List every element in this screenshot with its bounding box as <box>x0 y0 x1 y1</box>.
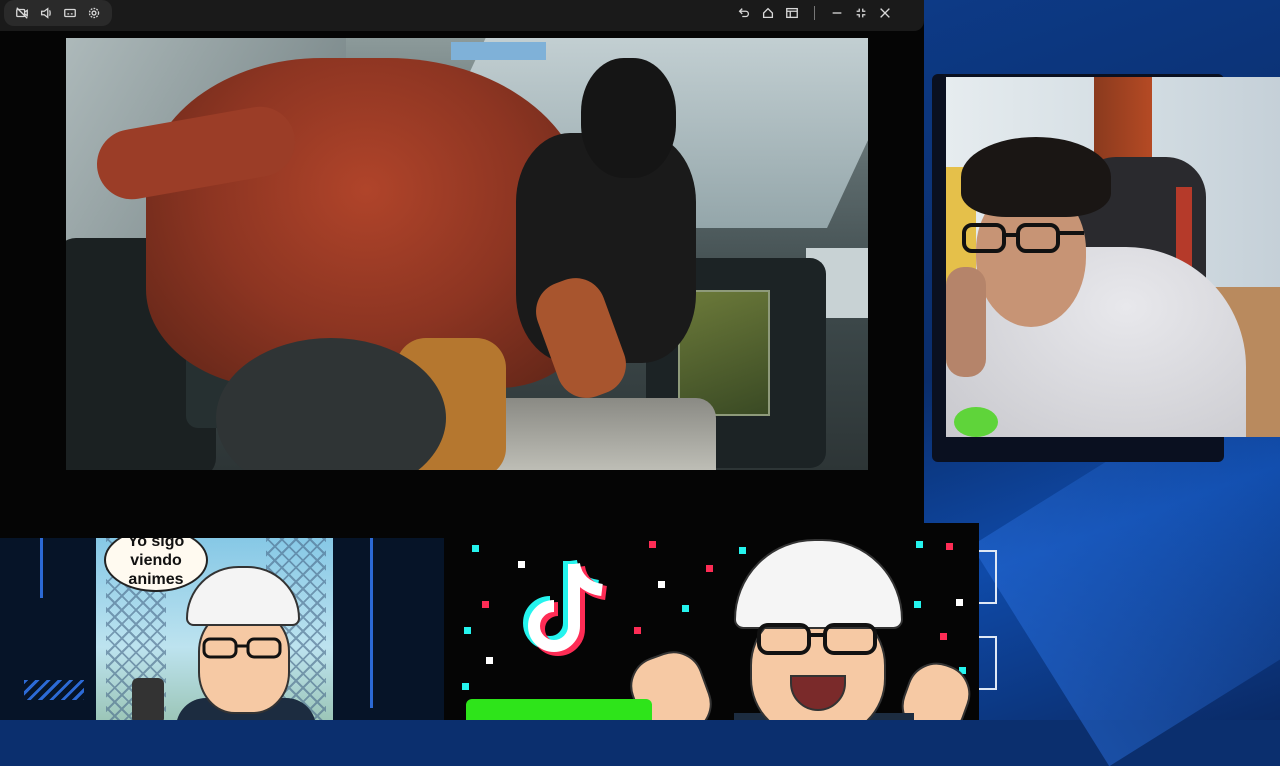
tiktok-banner <box>444 523 979 720</box>
poster-bubble-line: Yo sigo <box>127 538 185 550</box>
titlebar-separator <box>814 6 815 20</box>
confetti-dot <box>472 545 479 552</box>
decorative-frame <box>978 550 997 604</box>
confetti-dot <box>486 657 493 664</box>
cartoon-poster: Yo sigo viendo animes <box>96 538 333 720</box>
minimize-icon[interactable] <box>825 1 849 25</box>
confetti-dot <box>658 581 665 588</box>
video-off-icon[interactable] <box>10 1 34 25</box>
decorative-frame <box>978 636 997 690</box>
confetti-dot <box>482 601 489 608</box>
webcam-feed <box>946 77 1280 437</box>
confetti-dot <box>916 541 923 548</box>
tiktok-hardhat <box>734 539 903 629</box>
green-bar <box>466 699 652 720</box>
confetti-dot <box>462 683 469 690</box>
confetti-dot <box>940 633 947 640</box>
poster-character-glasses <box>202 637 282 659</box>
decorative-line <box>40 538 51 598</box>
confetti-dot <box>706 565 713 572</box>
video-scene-head <box>581 58 676 178</box>
confetti-dot <box>649 541 656 548</box>
settings-icon[interactable] <box>82 1 106 25</box>
webcam-person-hair <box>961 137 1111 217</box>
titlebar-right-controls <box>732 0 897 26</box>
webcam-person-hand <box>946 267 986 377</box>
webcam-person-glasses <box>962 223 1084 253</box>
video-player-window <box>0 0 924 538</box>
poster-bubble-line: animes <box>128 570 184 588</box>
poster-phone <box>132 678 164 720</box>
tiktok-character-hand <box>893 654 979 720</box>
home-icon[interactable] <box>756 1 780 25</box>
confetti-dot <box>634 627 641 634</box>
confetti-dot <box>914 601 921 608</box>
tiktok-logo-icon <box>523 559 608 656</box>
undo-icon[interactable] <box>732 1 756 25</box>
webcam-green-object <box>954 407 998 437</box>
player-titlebar <box>0 0 924 31</box>
captions-icon[interactable] <box>58 1 82 25</box>
video-frame[interactable] <box>66 38 868 470</box>
decorative-line <box>362 538 373 708</box>
layout-icon[interactable] <box>780 1 804 25</box>
poster-bubble-line: viendo <box>130 551 182 569</box>
video-scene-lamp <box>451 42 546 60</box>
tiktok-character-glasses <box>757 623 877 655</box>
confetti-dot <box>956 599 963 606</box>
confetti-dot <box>739 547 746 554</box>
confetti-dot <box>464 627 471 634</box>
volume-icon[interactable] <box>34 1 58 25</box>
confetti-dot <box>518 561 525 568</box>
titlebar-left-controls <box>4 0 112 26</box>
confetti-dot <box>682 605 689 612</box>
fullscreen-icon[interactable] <box>849 1 873 25</box>
confetti-dot <box>946 543 953 550</box>
decorative-stripes <box>24 680 84 700</box>
close-icon[interactable] <box>873 1 897 25</box>
